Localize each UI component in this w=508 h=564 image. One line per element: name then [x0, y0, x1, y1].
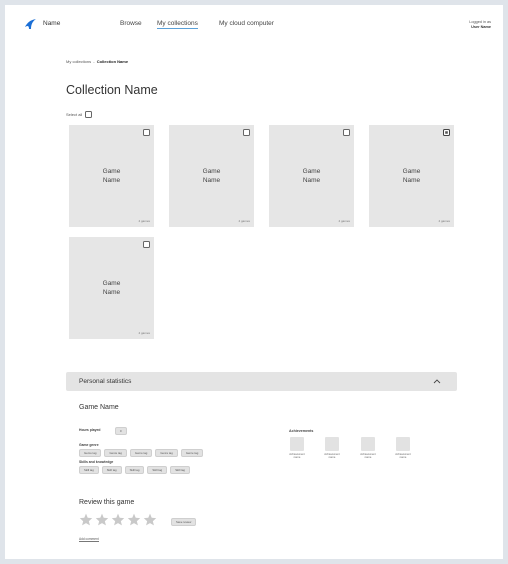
card-game-count: 4 games: [338, 219, 350, 223]
chevron-up-icon[interactable]: [433, 378, 441, 384]
game-card[interactable]: Game Name 4 games: [69, 237, 154, 339]
game-card[interactable]: Game Name 4 games: [369, 125, 454, 227]
star-icon[interactable]: [143, 513, 157, 526]
select-all-checkbox[interactable]: [85, 111, 93, 118]
select-all[interactable]: Select all: [66, 111, 93, 118]
card-title: Game Name: [269, 167, 354, 185]
achievement-name-line: name: [364, 456, 372, 460]
genre-tag[interactable]: Genre tag: [155, 449, 178, 457]
achievement-icon: [361, 437, 375, 451]
achievement-name-line: name: [328, 456, 336, 460]
card-title: Game Name: [69, 167, 154, 185]
achievement[interactable]: Achievement name: [284, 437, 310, 460]
achievement[interactable]: Achievement name: [319, 437, 345, 460]
breadcrumb-separator: -: [93, 59, 95, 64]
app-name[interactable]: Name: [43, 20, 60, 27]
review-title: Review this game: [79, 499, 135, 506]
logo-icon[interactable]: [24, 18, 37, 30]
card-title-line: Name: [202, 177, 221, 184]
skill-tag[interactable]: Skill tag: [170, 466, 190, 474]
achievement-icon: [290, 437, 304, 451]
card-title-line: Game: [402, 168, 421, 175]
card-checkbox[interactable]: [143, 129, 150, 136]
star-icon[interactable]: [111, 513, 125, 526]
achievement-name-line: name: [293, 456, 301, 460]
game-card[interactable]: Game Name 4 games: [269, 125, 354, 227]
card-title-line: Game: [302, 168, 321, 175]
star-icon[interactable]: [79, 513, 93, 526]
genre-tag[interactable]: Genre tag: [79, 449, 102, 457]
hours-played-value: 0: [115, 427, 127, 435]
add-comment-link[interactable]: Add comment: [79, 537, 99, 542]
card-title: Game Name: [69, 279, 154, 297]
skills-label: Skills and knowledge: [79, 460, 114, 464]
page-title: Collection Name: [66, 83, 158, 97]
achievement-name: Achievement name: [319, 453, 345, 460]
card-title: Game Name: [169, 167, 254, 185]
star-rating[interactable]: [79, 513, 157, 526]
nav-link-browse[interactable]: Browse: [120, 20, 142, 27]
card-title-line: Name: [402, 177, 421, 184]
nav-link-my-cloud-computer[interactable]: My cloud computer: [219, 20, 274, 27]
achievement-name: Achievement name: [390, 453, 416, 460]
achievement[interactable]: Achievement name: [390, 437, 416, 460]
card-title-line: Game: [102, 168, 121, 175]
achievement-icon: [325, 437, 339, 451]
genre-tag[interactable]: Genre tag: [180, 449, 204, 457]
top-nav: Name Browse My collections My cloud comp…: [5, 5, 503, 41]
breadcrumb: My collections - Collection Name: [66, 59, 128, 64]
breadcrumb-parent[interactable]: My collections: [66, 59, 91, 64]
card-title-line: Name: [102, 289, 121, 296]
card-game-count: 4 games: [138, 219, 150, 223]
card-title: Game Name: [369, 167, 454, 185]
card-game-count: 4 games: [138, 331, 150, 335]
achievement[interactable]: Achievement name: [355, 437, 381, 460]
skill-tag-row: Skill tag Skill tag Skill tag Skill tag …: [79, 466, 190, 474]
achievements-title: Achievements: [289, 429, 314, 433]
card-game-count: 4 games: [238, 219, 250, 223]
card-checkbox[interactable]: [343, 129, 350, 136]
user-name: User Name: [471, 25, 491, 29]
card-game-count: 4 games: [438, 219, 450, 223]
skill-tag[interactable]: Skill tag: [79, 466, 99, 474]
genre-tag-row: Genre tag Genre tag Genre tag Genre tag …: [79, 449, 204, 457]
card-title-line: Name: [302, 177, 321, 184]
skill-tag[interactable]: Skill tag: [124, 466, 145, 474]
achievement-icon: [396, 437, 410, 451]
breadcrumb-current: Collection Name: [96, 59, 129, 64]
skill-tag[interactable]: Skill tag: [101, 466, 122, 474]
game-genre-label: Game genre: [79, 443, 99, 447]
card-checkbox[interactable]: [143, 241, 150, 248]
hours-played-label: Hours played: [79, 428, 101, 432]
game-card[interactable]: Game Name 4 games: [69, 125, 154, 227]
game-card[interactable]: Game Name 4 games: [169, 125, 254, 227]
genre-tag[interactable]: Genre tag: [129, 449, 153, 457]
achievement-name-line: name: [399, 456, 407, 460]
personal-statistics-label: Personal statistics: [79, 378, 132, 385]
personal-statistics-header[interactable]: Personal statistics: [66, 372, 457, 391]
skill-tag[interactable]: Skill tag: [147, 466, 168, 474]
card-checkbox[interactable]: [243, 129, 250, 136]
nav-link-my-collections[interactable]: My collections: [157, 20, 198, 29]
login-status[interactable]: Logged in as User Name: [469, 20, 491, 30]
achievement-name: Achievement name: [355, 453, 381, 460]
select-all-label: Select all: [66, 112, 83, 117]
card-checkbox[interactable]: [443, 129, 450, 136]
star-icon[interactable]: [95, 513, 109, 526]
page: Name Browse My collections My cloud comp…: [5, 5, 503, 559]
genre-tag[interactable]: Genre tag: [104, 449, 127, 457]
achievement-name: Achievement name: [284, 453, 310, 460]
save-review-button[interactable]: Save review: [171, 518, 197, 526]
star-icon[interactable]: [127, 513, 141, 526]
card-title-line: Game: [102, 280, 121, 287]
stats-game-name: Game Name: [79, 404, 119, 411]
card-title-line: Game: [202, 168, 221, 175]
card-title-line: Name: [102, 177, 121, 184]
